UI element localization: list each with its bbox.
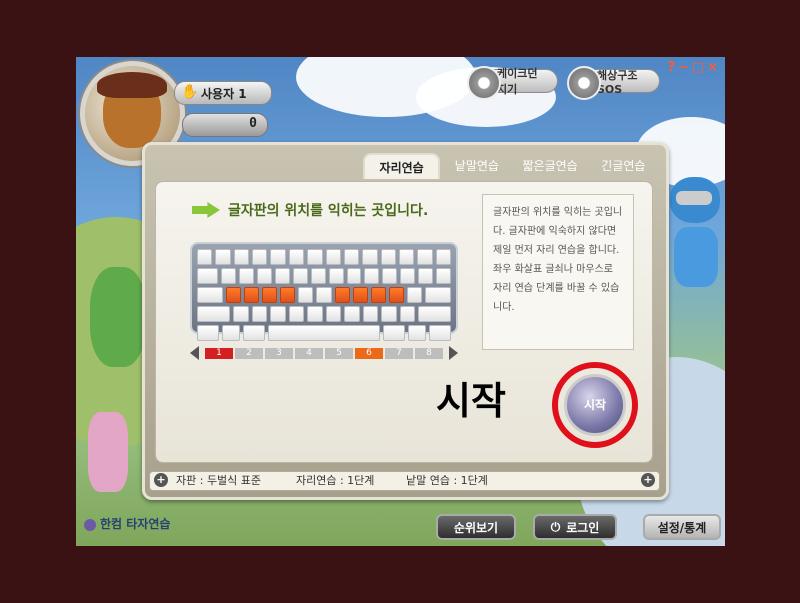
home-key [352, 287, 368, 303]
tab-short-text-practice[interactable]: 짧은글연습 [514, 153, 587, 179]
practice-tabs: 자리연습 낱말연습 짧은글연습 긴글연습 [363, 153, 660, 179]
step-selector: 1 2 3 4 5 6 7 8 [190, 346, 458, 360]
girl-character [88, 412, 128, 492]
start-button[interactable]: 시작 [564, 374, 626, 436]
frog-character [90, 267, 146, 367]
user-panel: ✋ 사용자 1 0 [174, 81, 272, 141]
plus-icon[interactable]: + [641, 473, 655, 487]
gear-icon [467, 66, 501, 100]
sos-game-label: 해상구조SOS [597, 68, 638, 96]
sos-game-button[interactable]: 해상구조SOS [567, 66, 660, 100]
user-name-bar[interactable]: ✋ 사용자 1 [174, 81, 272, 105]
hand-icon: ✋ [181, 84, 199, 100]
user-name: 사용자 1 [201, 87, 247, 101]
home-key [225, 287, 241, 303]
power-icon: ⏻ [550, 519, 561, 534]
score-value: 0 [249, 116, 257, 131]
tab-long-text-practice[interactable]: 긴글연습 [587, 153, 660, 179]
cake-game-button[interactable]: 케이크던지기 [467, 66, 558, 100]
step-prev-arrow-icon[interactable] [190, 346, 199, 360]
app-logo: 한컴 타자연습 [84, 515, 170, 532]
score-bar: 0 [182, 113, 268, 137]
step-item[interactable]: 1 [205, 347, 233, 359]
arrow-right-icon [192, 202, 220, 218]
login-button[interactable]: ⏻ 로그인 [533, 514, 617, 540]
step-item[interactable]: 4 [295, 347, 323, 359]
practice-content: 글자판의 위치를 익히는 곳입니다. 1 2 3 4 5 6 7 8 글자판의 … [155, 181, 653, 463]
home-key [261, 287, 278, 303]
hancom-logo-icon [84, 518, 96, 531]
home-key [334, 287, 350, 303]
practice-panel: 자리연습 낱말연습 짧은글연습 긴글연습 글자판의 위치를 익히는 곳입니다. … [142, 142, 669, 500]
step-item[interactable]: 7 [385, 347, 413, 359]
window-controls[interactable]: ?−□× [667, 60, 721, 75]
login-label: 로그인 [566, 520, 600, 535]
ranking-button[interactable]: 순위보기 [436, 514, 516, 540]
pirate-hat [97, 72, 167, 98]
step-item[interactable]: 2 [235, 347, 263, 359]
keyboard-diagram [190, 242, 458, 341]
practice-heading: 글자판의 위치를 익히는 곳입니다. [228, 203, 429, 219]
home-key [280, 287, 296, 303]
step-item[interactable]: 6 [355, 347, 383, 359]
status-position-level: 자리연습 : 1단계 [296, 474, 375, 487]
practice-description: 글자판의 위치를 익히는 곳입니다. 글자판에 익숙하지 않다면 제일 먼저 자… [482, 194, 634, 350]
app-logo-text: 한컴 타자연습 [100, 517, 171, 531]
start-annotation: 시작 [436, 379, 506, 423]
step-next-arrow-icon[interactable] [449, 346, 458, 360]
cake-game-label: 케이크던지기 [497, 67, 538, 96]
plus-icon[interactable]: + [154, 473, 168, 487]
home-key [243, 287, 259, 303]
status-layout: 자판 : 두벌식 표준 [176, 474, 262, 487]
app-window: ?−□× 케이크던지기 해상구조SOS ✋ 사용자 1 0 자리연습 낱말연습 … [76, 57, 725, 546]
status-word-level: 낱말 연습 : 1단계 [406, 474, 488, 487]
tab-position-practice[interactable]: 자리연습 [363, 153, 441, 179]
lifebuoy-icon [567, 66, 601, 100]
settings-stats-button[interactable]: 설정/통계 [643, 514, 721, 540]
home-key [389, 287, 405, 303]
step-item[interactable]: 8 [415, 347, 443, 359]
status-bar: + 자판 : 두벌식 표준 자리연습 : 1단계 낱말 연습 : 1단계 + [149, 471, 660, 491]
step-item[interactable]: 3 [265, 347, 293, 359]
home-key [370, 287, 387, 303]
robot-character [666, 177, 724, 307]
step-item[interactable]: 5 [325, 347, 353, 359]
tab-word-practice[interactable]: 낱말연습 [440, 153, 513, 179]
